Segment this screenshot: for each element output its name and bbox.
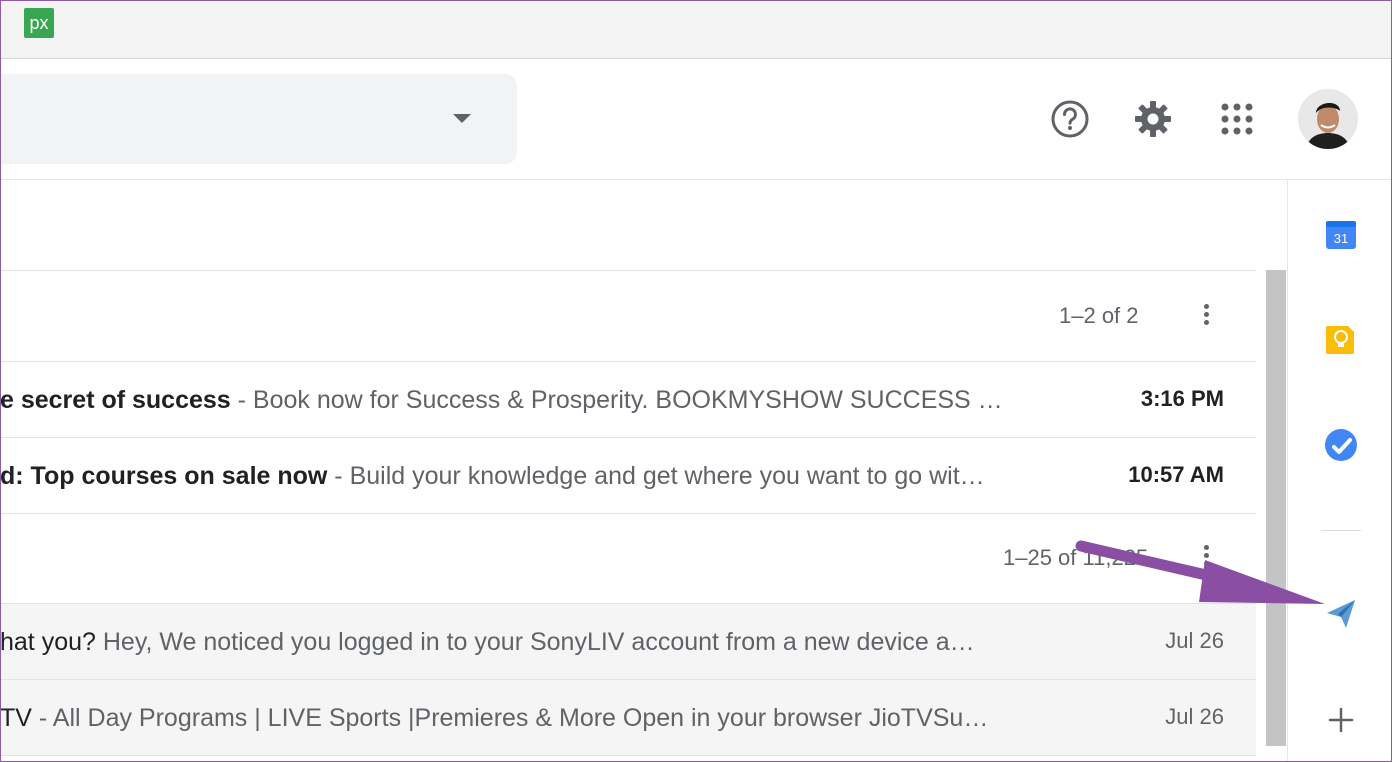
browser-tab-bar: px bbox=[0, 0, 1392, 59]
page-range-label: 1–2 of 2 bbox=[1059, 303, 1139, 328]
app-logo[interactable]: px bbox=[24, 8, 54, 38]
scrollbar[interactable] bbox=[1266, 270, 1286, 746]
email-row[interactable]: TV - All Day Programs | LIVE Sports |Pre… bbox=[0, 680, 1256, 756]
email-subject: d: Top courses on sale now bbox=[0, 462, 328, 490]
email-date: 10:57 AM bbox=[1128, 462, 1224, 487]
search-options-dropdown-icon[interactable] bbox=[453, 114, 471, 123]
keep-icon[interactable] bbox=[1324, 322, 1358, 356]
section-header-1: 1–2 of 2 bbox=[0, 271, 1256, 362]
page-range-label: 1–25 of 11,225 bbox=[1003, 545, 1149, 570]
email-date: Jul 26 bbox=[1165, 628, 1224, 653]
mail-list-area: 1–2 of 2 e secret of success - Book now … bbox=[0, 180, 1286, 762]
calendar-icon[interactable]: 31 bbox=[1324, 217, 1358, 251]
email-snippet: Hey, We noticed you logged in to your So… bbox=[102, 628, 975, 656]
more-options-icon[interactable] bbox=[1202, 542, 1210, 572]
send-icon[interactable] bbox=[1324, 597, 1358, 631]
help-icon[interactable] bbox=[1050, 99, 1090, 139]
account-avatar[interactable] bbox=[1298, 89, 1358, 149]
more-options-icon[interactable] bbox=[1202, 301, 1210, 331]
apps-grid-icon[interactable] bbox=[1217, 99, 1257, 139]
avatar-image bbox=[1298, 89, 1358, 149]
add-icon[interactable] bbox=[1324, 703, 1358, 737]
email-row[interactable]: d: Top courses on sale now - Build your … bbox=[0, 438, 1256, 514]
search-bar[interactable] bbox=[0, 74, 517, 164]
email-subject: e secret of success bbox=[0, 386, 231, 414]
email-subject: hat you? bbox=[0, 628, 96, 656]
gear-icon[interactable] bbox=[1133, 99, 1173, 139]
email-subject: TV bbox=[0, 704, 32, 732]
email-date: 3:16 PM bbox=[1140, 386, 1224, 411]
email-row[interactable]: e secret of success - Book now for Succe… bbox=[0, 362, 1256, 438]
email-snippet: All Day Programs | LIVE Sports |Premiere… bbox=[52, 704, 989, 732]
section-header-2: 1–25 of 11,225 bbox=[0, 514, 1256, 604]
side-panel-divider bbox=[1321, 530, 1361, 531]
email-snippet: Book now for Success & Prosperity. BOOKM… bbox=[252, 386, 1003, 414]
gmail-header bbox=[0, 59, 1392, 180]
side-panel: 31 bbox=[1287, 180, 1392, 762]
email-row[interactable]: hat you? Hey, We noticed you logged in t… bbox=[0, 604, 1256, 680]
tasks-icon[interactable] bbox=[1324, 428, 1358, 462]
email-snippet: Build your knowledge and get where you w… bbox=[349, 462, 985, 490]
calendar-day-label: 31 bbox=[1334, 231, 1348, 246]
email-date: Jul 26 bbox=[1165, 704, 1224, 729]
